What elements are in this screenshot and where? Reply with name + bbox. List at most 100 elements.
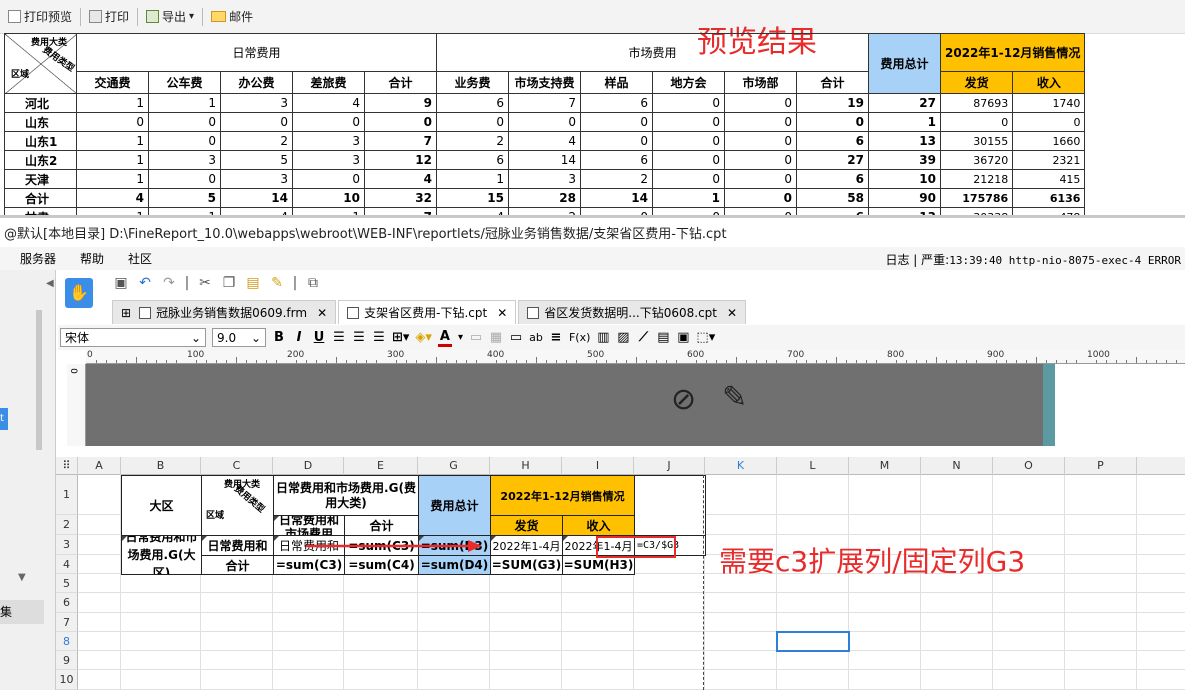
- left-panel-scrollbar[interactable]: [36, 310, 42, 450]
- cell-c1[interactable]: 日常费用和市场费用.G(费用大类): [273, 475, 419, 516]
- template-icon[interactable]: ✋: [65, 278, 93, 308]
- align-center-icon[interactable]: ☰: [352, 330, 366, 345]
- log-label: 日志: [885, 253, 910, 267]
- image-icon[interactable]: ▨: [616, 330, 630, 345]
- region-cell[interactable]: 山东1: [4, 131, 77, 151]
- close-icon[interactable]: ✕: [317, 306, 327, 320]
- region-cell[interactable]: 山东: [4, 112, 77, 132]
- hidden-eye-icon[interactable]: ⊘: [671, 382, 696, 417]
- border-style-icon[interactable]: ⬚▾: [696, 330, 715, 345]
- collapse-arrow-icon[interactable]: ▼: [18, 572, 26, 583]
- row-header[interactable]: 4: [56, 555, 78, 574]
- bold-button[interactable]: B: [272, 330, 286, 345]
- save-icon[interactable]: ▣: [112, 274, 130, 292]
- row-header[interactable]: 5: [56, 574, 78, 593]
- value-cell: 6: [580, 93, 653, 113]
- log-status[interactable]: 日志 | 严重:13:39:40 http-nio-8075-exec-4 ER…: [885, 251, 1181, 268]
- ruler-minor-tick: [1146, 360, 1147, 363]
- row-header[interactable]: 6: [56, 593, 78, 613]
- paragraph-icon[interactable]: ≡: [549, 330, 563, 345]
- cell-b4[interactable]: 合计: [201, 555, 274, 575]
- region-cell[interactable]: 山东2: [4, 150, 77, 170]
- underline-button[interactable]: U: [312, 330, 326, 345]
- total-cost-header: 费用总计: [868, 33, 941, 94]
- rich-text-button[interactable]: ab: [529, 331, 543, 344]
- row-header[interactable]: 7: [56, 613, 78, 632]
- mail-button[interactable]: 邮件: [205, 6, 259, 28]
- paste-icon[interactable]: ▤: [244, 274, 262, 292]
- chart-icon[interactable]: ▥: [596, 330, 610, 345]
- redo-icon[interactable]: ↷: [160, 274, 178, 292]
- export-button[interactable]: 导出 ▾: [140, 6, 200, 28]
- left-panel-tab[interactable]: t: [0, 408, 8, 430]
- ruler-minor-tick: [1116, 360, 1117, 363]
- cell-e1[interactable]: 费用总计: [418, 475, 491, 536]
- dataset-tab[interactable]: 集: [0, 600, 44, 624]
- fill-color-icon[interactable]: ◈▾: [415, 330, 432, 345]
- italic-button[interactable]: I: [292, 330, 306, 345]
- cell-b3[interactable]: 日常费用和: [201, 535, 274, 556]
- menu-help[interactable]: 帮助: [68, 250, 116, 267]
- cell-g1[interactable]: 2022年1-12月销售情况: [490, 475, 635, 516]
- table-row: 山东2 1 3 5 3 12 6 14 6 0 0 27 39 36720 2321: [4, 150, 1086, 170]
- widget-icon[interactable]: ▣: [676, 330, 690, 345]
- value-cell: 0: [1012, 112, 1086, 132]
- region-cell[interactable]: 河北: [4, 93, 77, 113]
- cell-a1[interactable]: 大区: [121, 475, 202, 536]
- cell-a3-text: 日常费用和市场费用.G(大区): [125, 535, 198, 575]
- font-family-select[interactable]: 宋体 ⌄: [60, 328, 206, 347]
- cell-b1[interactable]: 费用大类 费用类型 区域: [201, 475, 274, 536]
- slash-icon[interactable]: ⟋: [636, 330, 650, 345]
- cell-c1-text: 日常费用和市场费用.G(费用大类): [276, 480, 416, 510]
- cut-icon[interactable]: ✂: [196, 274, 214, 292]
- preview-icon[interactable]: ⧉: [304, 274, 322, 292]
- text-color-button[interactable]: A: [437, 329, 452, 347]
- table-row: 山东1 1 0 2 3 7 2 4 0 0 0 6 13 30155 1660: [4, 131, 1086, 151]
- region-cell[interactable]: 合计: [4, 188, 77, 208]
- chevron-down-icon: ⌄: [190, 330, 201, 345]
- ruler-minor-tick: [1046, 360, 1047, 363]
- row-header[interactable]: 3: [56, 535, 78, 555]
- align-left-icon[interactable]: ☰: [332, 330, 346, 345]
- close-icon[interactable]: ✕: [497, 306, 507, 320]
- menu-server[interactable]: 服务器: [0, 250, 68, 267]
- row-header[interactable]: 8: [56, 632, 78, 651]
- selected-cell[interactable]: [776, 631, 850, 652]
- undo-icon[interactable]: ↶: [136, 274, 154, 292]
- menu-community[interactable]: 社区: [116, 250, 164, 267]
- value-cell: 1: [76, 131, 149, 151]
- print-button[interactable]: 打印: [83, 6, 135, 28]
- tab-file-1[interactable]: ⊞ 冠脉业务销售数据0609.frm ✕: [112, 300, 337, 324]
- insert-text-icon[interactable]: ▭: [509, 330, 523, 345]
- font-size-select[interactable]: 9.0 ⌄: [212, 328, 266, 347]
- align-right-icon[interactable]: ☰: [372, 330, 386, 345]
- unmerge-cells-icon[interactable]: ▦: [489, 330, 503, 345]
- row-header[interactable]: 10: [56, 670, 78, 690]
- grid-line: [78, 612, 1185, 613]
- expand-arrow-icon[interactable]: ◀: [46, 278, 54, 289]
- ruler-minor-tick: [836, 357, 837, 363]
- log-level: 严重:: [921, 253, 950, 267]
- merge-cells-icon[interactable]: ▭: [469, 330, 483, 345]
- tab-file-3[interactable]: 省区发货数据明...下钻0608.cpt ✕: [518, 300, 747, 324]
- row-header[interactable]: 9: [56, 651, 78, 670]
- row-header[interactable]: 2: [56, 515, 78, 535]
- sub-report-icon[interactable]: ▤: [656, 330, 670, 345]
- print-preview-button[interactable]: 打印预览: [2, 6, 78, 28]
- chevron-down-icon[interactable]: ▾: [458, 332, 463, 343]
- ruler-minor-tick: [426, 360, 427, 363]
- value-cell: 0: [580, 131, 653, 151]
- copy-icon[interactable]: ❐: [220, 274, 238, 292]
- tab-file-2[interactable]: 支架省区费用-下钻.cpt ✕: [338, 300, 517, 324]
- cell-i1[interactable]: [634, 475, 706, 536]
- band-resize-bar[interactable]: [1043, 364, 1055, 446]
- edit-pen-icon[interactable]: ✎: [722, 380, 747, 415]
- format-painter-icon[interactable]: ✎: [268, 274, 286, 292]
- frm-file-icon: [139, 306, 152, 319]
- cell-a3[interactable]: 日常费用和市场费用.G(大区): [121, 535, 202, 575]
- close-icon[interactable]: ✕: [727, 306, 737, 320]
- border-icon[interactable]: ⊞▾: [392, 330, 409, 345]
- region-cell[interactable]: 天津: [4, 169, 77, 189]
- row-header[interactable]: 1: [56, 475, 78, 515]
- formula-button[interactable]: F(x): [569, 331, 590, 344]
